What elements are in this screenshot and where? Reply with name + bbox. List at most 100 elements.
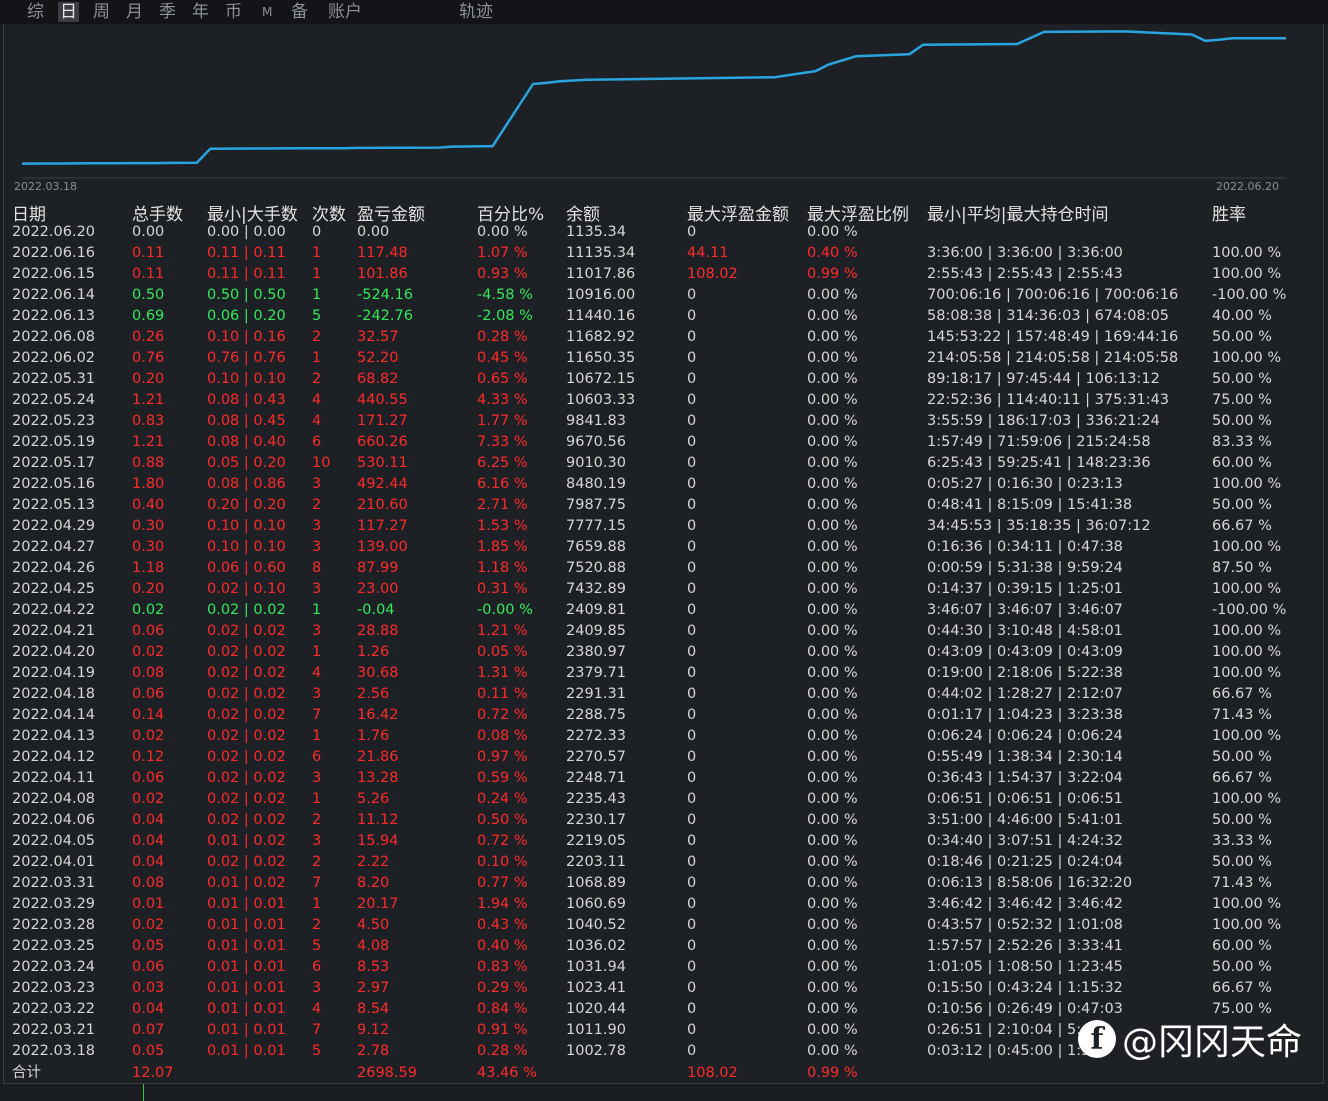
row-percent: 0.91 %: [477, 1022, 528, 1038]
table-row[interactable]: 2022.04.27 0.30 0.10 | 0.10 3 139.00 1.85 % 76…: [0, 537, 1328, 558]
table-row[interactable]: 2022.04.19 0.08 0.02 | 0.02 4 30.68 1.31 % 237…: [0, 663, 1328, 684]
table-row[interactable]: 2022.04.21 0.06 0.02 | 0.02 3 28.88 1.21 % 240…: [0, 621, 1328, 642]
row-hold-time: 2:55:43 | 2:55:43 | 2:55:43: [927, 266, 1123, 282]
table-row[interactable]: 2022.04.18 0.06 0.02 | 0.02 3 2.56 0.11 % 2291…: [0, 684, 1328, 705]
row-total-lots: 0.04: [132, 812, 165, 828]
tab-currency[interactable]: 币: [225, 2, 242, 22]
row-winrate: 71.43 %: [1212, 707, 1272, 723]
row-total-lots: 0.83: [132, 413, 165, 429]
row-hold-time: 0:55:49 | 1:38:34 | 2:30:14: [927, 749, 1123, 765]
row-max-float-amount: 0: [687, 371, 697, 387]
table-row[interactable]: 2022.03.29 0.01 0.01 | 0.01 1 20.17 1.94 % 106…: [0, 894, 1328, 915]
row-pnl: 492.44: [357, 476, 408, 492]
table-row[interactable]: 2022.05.19 1.21 0.08 | 0.40 6 660.26 7.33 % 96…: [0, 432, 1328, 453]
table-row[interactable]: 2022.03.28 0.02 0.01 | 0.01 2 4.50 0.43 % 1040…: [0, 915, 1328, 936]
col-count[interactable]: 次数: [312, 200, 346, 225]
table-row[interactable]: 2022.04.25 0.20 0.02 | 0.10 3 23.00 0.31 % 743…: [0, 579, 1328, 600]
row-total-lots: 0.20: [132, 581, 165, 597]
col-winrate[interactable]: 胜率: [1212, 200, 1246, 225]
table-row[interactable]: 2022.05.23 0.83 0.08 | 0.45 4 171.27 1.77 % 98…: [0, 411, 1328, 432]
tab-m[interactable]: M: [262, 2, 272, 22]
row-percent: 0.50 %: [477, 812, 528, 828]
row-hold-time: 0:14:37 | 0:39:15 | 1:25:01: [927, 581, 1123, 597]
row-total-lots: 1.18: [132, 560, 165, 576]
row-winrate: 40.00 %: [1212, 308, 1272, 324]
chart-end-date: 2022.06.20: [1216, 180, 1279, 193]
tab-day[interactable]: 日: [58, 2, 79, 22]
table-row[interactable]: 2022.04.14 0.14 0.02 | 0.02 7 16.42 0.72 % 228…: [0, 705, 1328, 726]
chart-start-date: 2022.03.18: [14, 180, 77, 193]
row-total-lots: 0.02: [132, 917, 165, 933]
table-row[interactable]: 2022.04.11 0.06 0.02 | 0.02 3 13.28 0.59 % 224…: [0, 768, 1328, 789]
table-row[interactable]: 2022.03.24 0.06 0.01 | 0.01 6 8.53 0.83 % 1031…: [0, 957, 1328, 978]
table-row[interactable]: 2022.06.20 0.00 0.00 | 0.00 0 0.00 0.00 % 1135…: [0, 222, 1328, 243]
row-count: 3: [312, 686, 322, 702]
col-hold-time[interactable]: 最小|平均|最大持仓时间: [927, 200, 1108, 225]
row-min-max-lots: 0.11 | 0.11: [207, 266, 286, 282]
row-max-float-ratio: 0.00 %: [807, 539, 858, 555]
col-pnl[interactable]: 盈亏金额: [357, 200, 425, 225]
table-row[interactable]: 2022.06.08 0.26 0.10 | 0.16 2 32.57 0.28 % 116…: [0, 327, 1328, 348]
row-balance: 1011.90: [566, 1022, 626, 1038]
row-max-float-ratio: 0.00 %: [807, 896, 858, 912]
tab-month[interactable]: 月: [126, 2, 143, 22]
row-date: 2022.04.14: [12, 707, 96, 723]
tab-summary[interactable]: 综: [27, 2, 44, 22]
row-balance: 11650.35: [566, 350, 636, 366]
table-row[interactable]: 2022.06.14 0.50 0.50 | 0.50 1 -524.16 -4.58 %…: [0, 285, 1328, 306]
row-max-float-ratio: 0.00 %: [807, 644, 858, 660]
table-row[interactable]: 2022.04.22 0.02 0.02 | 0.02 1 -0.04 -0.00 % 24…: [0, 600, 1328, 621]
row-pnl: 68.82: [357, 371, 399, 387]
table-row[interactable]: 2022.06.02 0.76 0.76 | 0.76 1 52.20 0.45 % 116…: [0, 348, 1328, 369]
table-row[interactable]: 2022.04.05 0.04 0.01 | 0.02 3 15.94 0.72 % 221…: [0, 831, 1328, 852]
tab-trajectory[interactable]: 轨迹: [459, 2, 493, 22]
table-row[interactable]: 2022.03.31 0.08 0.01 | 0.02 7 8.20 0.77 % 1068…: [0, 873, 1328, 894]
table-row[interactable]: 2022.06.16 0.11 0.11 | 0.11 1 117.48 1.07 % 11…: [0, 243, 1328, 264]
row-max-float-amount: 0: [687, 581, 697, 597]
row-count: 6: [312, 434, 322, 450]
table-row[interactable]: 2022.04.26 1.18 0.06 | 0.60 8 87.99 1.18 % 752…: [0, 558, 1328, 579]
tab-week[interactable]: 周: [93, 2, 110, 22]
row-min-max-lots: 0.02 | 0.02: [207, 623, 286, 639]
table-row[interactable]: 2022.05.24 1.21 0.08 | 0.43 4 440.55 4.33 % 10…: [0, 390, 1328, 411]
row-hold-time: 34:45:53 | 35:18:35 | 36:07:12: [927, 518, 1151, 534]
row-max-float-amount: 0: [687, 770, 697, 786]
table-row[interactable]: 2022.05.31 0.20 0.10 | 0.10 2 68.82 0.65 % 106…: [0, 369, 1328, 390]
row-winrate: -100.00 %: [1212, 287, 1287, 303]
table-row[interactable]: 2022.06.15 0.11 0.11 | 0.11 1 101.86 0.93 % 11…: [0, 264, 1328, 285]
tab-notes[interactable]: 备: [291, 2, 308, 22]
row-date: 2022.03.23: [12, 980, 96, 996]
col-min-max-lots[interactable]: 最小|大手数: [207, 200, 298, 225]
tab-year[interactable]: 年: [192, 2, 209, 22]
table-row[interactable]: 2022.03.23 0.03 0.01 | 0.01 3 2.97 0.29 % 1023…: [0, 978, 1328, 999]
row-min-max-lots: 0.08 | 0.86: [207, 476, 286, 492]
col-max-float-amount[interactable]: 最大浮盈金额: [687, 200, 789, 225]
table-row[interactable]: 2022.03.25 0.05 0.01 | 0.01 5 4.08 0.40 % 1036…: [0, 936, 1328, 957]
row-hold-time: 3:51:00 | 4:46:00 | 5:41:01: [927, 812, 1123, 828]
table-row[interactable]: 2022.04.13 0.02 0.02 | 0.02 1 1.76 0.08 % 2272…: [0, 726, 1328, 747]
tab-quarter[interactable]: 季: [159, 2, 176, 22]
table-row[interactable]: 2022.04.06 0.04 0.02 | 0.02 2 11.12 0.50 % 223…: [0, 810, 1328, 831]
row-min-max-lots: 0.10 | 0.16: [207, 329, 286, 345]
table-row[interactable]: 2022.04.01 0.04 0.02 | 0.02 2 2.22 0.10 % 2203…: [0, 852, 1328, 873]
row-max-float-amount: 0: [687, 665, 697, 681]
table-row[interactable]: 2022.05.16 1.80 0.08 | 0.86 3 492.44 6.16 % 84…: [0, 474, 1328, 495]
col-percent[interactable]: 百分比%: [477, 200, 544, 225]
table-row[interactable]: 2022.04.29 0.30 0.10 | 0.10 3 117.27 1.53 % 77…: [0, 516, 1328, 537]
col-total-lots[interactable]: 总手数: [132, 200, 183, 225]
table-row[interactable]: 2022.06.13 0.69 0.06 | 0.20 5 -242.76 -2.08 %…: [0, 306, 1328, 327]
row-hold-time: 3:36:00 | 3:36:00 | 3:36:00: [927, 245, 1123, 261]
row-date: 2022.04.26: [12, 560, 96, 576]
col-max-float-ratio[interactable]: 最大浮盈比例: [807, 200, 909, 225]
col-balance[interactable]: 余额: [566, 200, 600, 225]
col-date[interactable]: 日期: [12, 200, 46, 225]
row-date: 2022.06.14: [12, 287, 96, 303]
row-pnl: 2.56: [357, 686, 390, 702]
table-row[interactable]: 2022.04.20 0.02 0.02 | 0.02 1 1.26 0.05 % 2380…: [0, 642, 1328, 663]
table-row[interactable]: 2022.04.12 0.12 0.02 | 0.02 6 21.86 0.97 % 227…: [0, 747, 1328, 768]
table-row[interactable]: 2022.05.17 0.88 0.05 | 0.20 10 530.11 6.25 % 9…: [0, 453, 1328, 474]
row-total-lots: 0.06: [132, 959, 165, 975]
tab-account[interactable]: 账户: [328, 2, 362, 22]
table-row[interactable]: 2022.04.08 0.02 0.02 | 0.02 1 5.26 0.24 % 2235…: [0, 789, 1328, 810]
table-row[interactable]: 2022.05.13 0.40 0.20 | 0.20 2 210.60 2.71 % 79…: [0, 495, 1328, 516]
